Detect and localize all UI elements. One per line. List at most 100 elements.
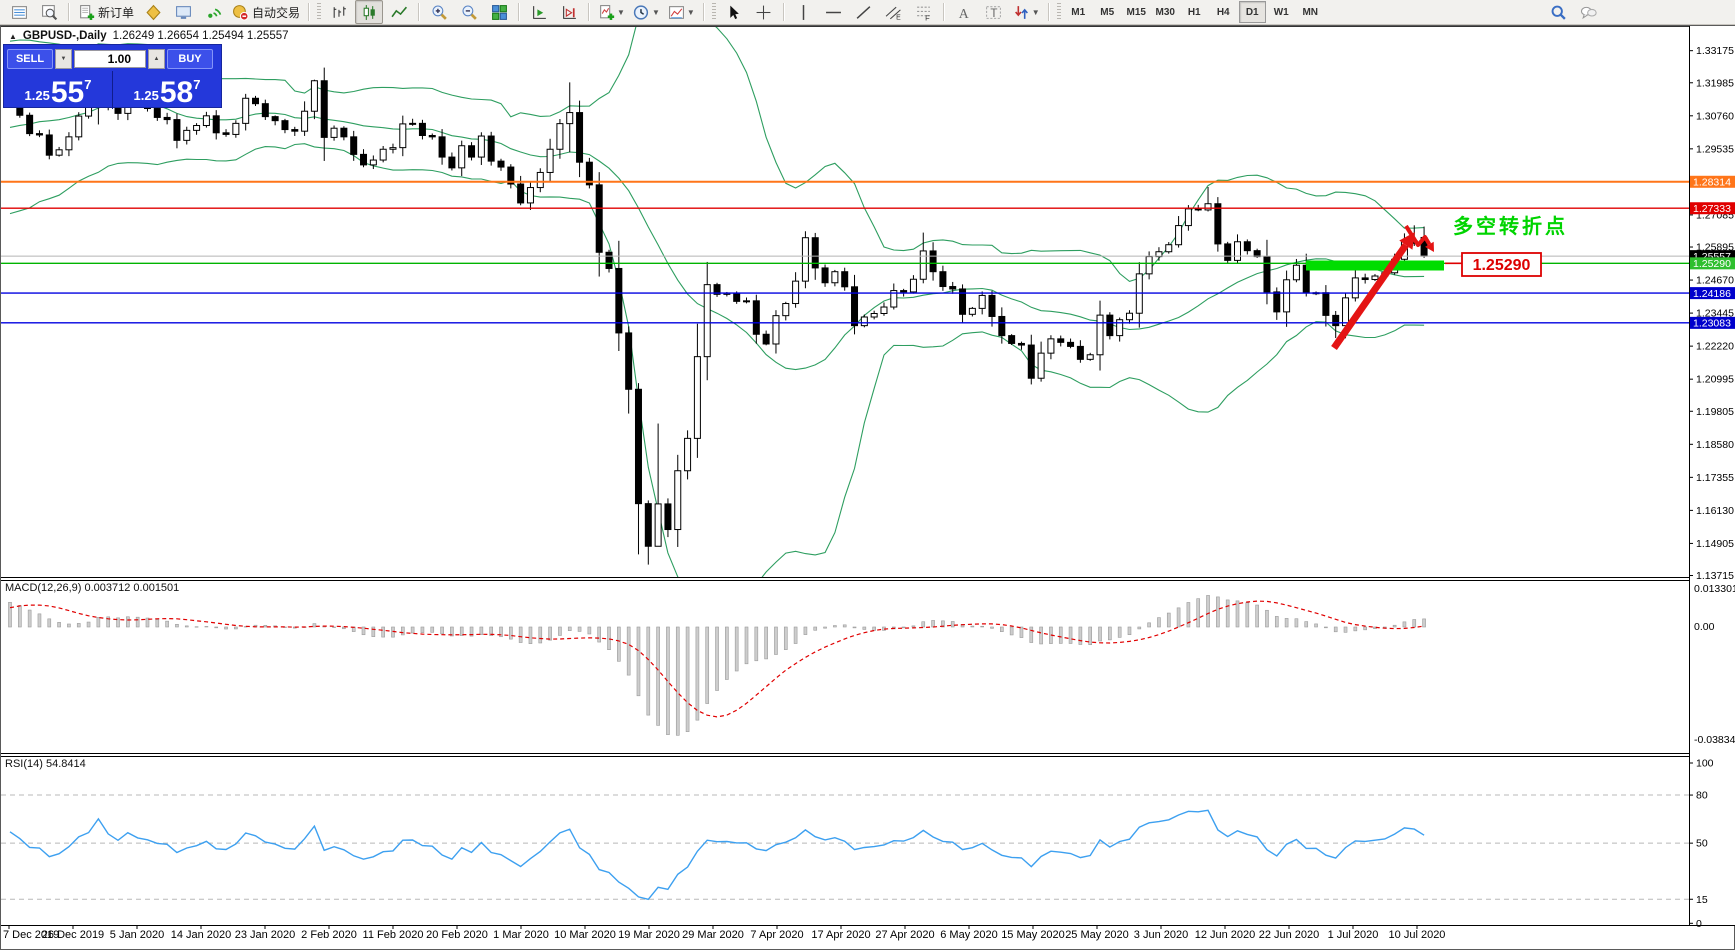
timeframe-h1[interactable]: H1 [1181,1,1208,23]
metaeditor-button[interactable] [139,0,167,24]
buy-button[interactable]: BUY [167,49,213,69]
terminal-button[interactable] [169,0,197,24]
svg-text:50: 50 [1696,838,1708,850]
toolbar-grip[interactable] [1057,3,1061,21]
timeframe-m1[interactable]: M1 [1065,1,1092,23]
market-watch-button[interactable] [5,0,33,24]
svg-text:1.23083: 1.23083 [1693,318,1731,330]
timeframe-m5[interactable]: M5 [1094,1,1121,23]
toolbar-separator [783,3,785,21]
dropdown-caret-icon[interactable]: ▼ [652,8,660,17]
toolbar-grip[interactable] [317,3,321,21]
dropdown-caret-icon[interactable]: ▼ [1032,8,1040,17]
svg-text:T: T [991,6,998,19]
templates-button[interactable]: ▼ [665,0,698,24]
timeframe-w1[interactable]: W1 [1268,1,1295,23]
horizontal-line-button[interactable] [820,0,848,24]
timeframe-d1[interactable]: D1 [1239,1,1266,23]
timeframe-m15[interactable]: M15 [1123,1,1150,23]
svg-text:1.25290: 1.25290 [1693,258,1731,270]
buy-price-display[interactable]: 1.25 58 7 [112,71,221,109]
horizontal-level-lines[interactable] [1,182,1689,323]
date-axis[interactable]: 7 Dec 201926 Dec 20195 Jan 202014 Jan 20… [3,925,1445,941]
fibonacci-icon: F [915,4,932,21]
autotrading-icon [232,4,249,21]
new-order-button[interactable]: 新订单 [75,0,137,24]
text-tool-button[interactable]: A [950,0,978,24]
zoom-in-button[interactable] [425,0,453,24]
mt4-application: 新订单 自动交易 ▼ ▼ ▼ EF AT ▼ M1M5M15M30H1H4D1W1MN 多空转折… [0,0,1735,950]
svg-text:5 Jan 2020: 5 Jan 2020 [110,929,164,941]
svg-text:19 Mar 2020: 19 Mar 2020 [618,929,680,941]
svg-text:12 Jun 2020: 12 Jun 2020 [1195,929,1256,941]
toolbar: 新订单 自动交易 ▼ ▼ ▼ EF AT ▼ M1M5M15M30H1H4D1W1MN [0,0,1735,25]
text-label-tool-button[interactable]: T [980,0,1008,24]
svg-text:0.00: 0.00 [1694,621,1715,633]
signals-button[interactable] [199,0,227,24]
svg-text:0: 0 [1696,918,1702,930]
svg-text:1.30760: 1.30760 [1696,110,1734,122]
svg-text:17 Apr 2020: 17 Apr 2020 [811,929,870,941]
zoom-out-icon [461,4,478,21]
chart-line-button[interactable] [385,0,413,24]
volume-increase-button[interactable]: ▲ [148,49,165,69]
timeframe-m30[interactable]: M30 [1152,1,1179,23]
turning-point-annotation[interactable]: 多空转折点 [1453,214,1568,238]
price-callout-text: 1.25290 [1473,257,1531,274]
pane-separators [1,27,1735,926]
trendline-button[interactable] [850,0,878,24]
svg-text:1.14905: 1.14905 [1696,538,1734,550]
chart-shift-button[interactable] [555,0,583,24]
one-click-panel-toggle[interactable]: ▲ [9,32,17,41]
chart-bars-icon [331,4,348,21]
cursor-button[interactable] [720,0,748,24]
one-click-trading-panel: SELL ▼ 1.00 ▲ BUY 1.25 55 7 1.25 58 7 [3,44,222,108]
svg-text:1.18580: 1.18580 [1696,439,1734,451]
dropdown-caret-icon[interactable]: ▼ [687,8,695,17]
toolbar-grip[interactable] [712,3,716,21]
price-axis[interactable]: 1.331751.319851.307601.295351.270851.258… [1689,26,1735,930]
svg-text:1.20995: 1.20995 [1696,374,1734,386]
timeframe-mn[interactable]: MN [1297,1,1324,23]
autotrading-button[interactable]: 自动交易 [229,0,303,24]
search-button[interactable] [1544,0,1572,24]
label-icon: T [985,4,1002,21]
svg-text:1 Jul 2020: 1 Jul 2020 [1328,929,1379,941]
trend-up-arrow[interactable] [1334,232,1415,348]
ohlc-values: 1.26249 1.26654 1.25494 1.25557 [113,30,289,42]
svg-text:1.24186: 1.24186 [1693,288,1731,300]
chat-button[interactable] [1574,0,1602,24]
chart-candles-button[interactable] [355,0,383,24]
volume-input[interactable]: 1.00 [74,50,146,68]
equidistant-channel-button[interactable]: E [880,0,908,24]
vertical-line-button[interactable] [790,0,818,24]
signals-icon [205,4,222,21]
sell-price-display[interactable]: 1.25 55 7 [4,71,112,109]
sell-price-sup: 7 [84,77,91,92]
navigator-button[interactable] [35,0,63,24]
support-zone-rectangle[interactable] [1306,261,1444,271]
chart-line-icon [391,4,408,21]
indicators-list-button[interactable]: ▼ [595,0,628,24]
svg-text:25 May 2020: 25 May 2020 [1065,929,1129,941]
svg-text:22 Jun 2020: 22 Jun 2020 [1259,929,1320,941]
arrows-tool-button[interactable]: ▼ [1010,0,1043,24]
crosshair-button[interactable] [750,0,778,24]
auto-scroll-button[interactable] [525,0,553,24]
sell-button[interactable]: SELL [7,49,53,69]
periods-button[interactable]: ▼ [630,0,663,24]
timeframe-h4[interactable]: H4 [1210,1,1237,23]
dropdown-caret-icon[interactable]: ▼ [617,8,625,17]
svg-text:100: 100 [1696,758,1714,770]
svg-text:23 Jan 2020: 23 Jan 2020 [235,929,296,941]
auto-scroll-icon [531,4,548,21]
chart-bars-button[interactable] [325,0,353,24]
rsi-pane [1,795,1689,899]
volume-decrease-button[interactable]: ▼ [55,49,72,69]
chart-candles-icon [361,4,378,21]
tile-windows-button[interactable] [485,0,513,24]
fibonacci-retracement-button[interactable]: F [910,0,938,24]
zoom-out-button[interactable] [455,0,483,24]
svg-text:1.19805: 1.19805 [1696,406,1734,418]
svg-text:1.17355: 1.17355 [1696,472,1734,484]
